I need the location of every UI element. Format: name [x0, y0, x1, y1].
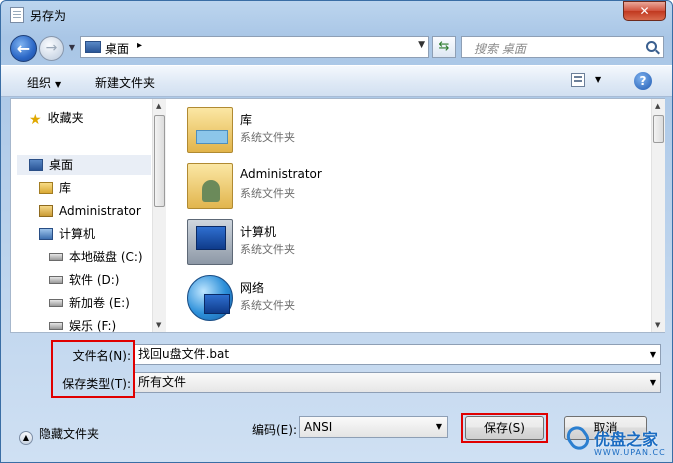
paperclip-logo-icon: [562, 422, 594, 454]
nav-item-label: 库: [59, 181, 72, 195]
user-folder-icon: [187, 163, 233, 209]
window-title: 另存为: [30, 9, 67, 23]
nav-item-drive-f[interactable]: 娱乐 (F:): [49, 316, 116, 336]
item-type: 系统文件夹: [240, 131, 295, 144]
item-name: 库: [240, 113, 253, 127]
watermark-url: WWW.UPAN.CC: [594, 448, 666, 457]
network-icon: [187, 275, 233, 321]
watermark-text: 优盘之家: [594, 430, 659, 449]
browser-area: ★ 收藏夹 桌面 库 Administrator 计算机 本地磁盘 (C:) 软件…: [10, 98, 665, 333]
nav-item-label: 软件 (D:): [69, 273, 120, 287]
annotation-highlight-box: [51, 340, 135, 398]
filename-value[interactable]: 找回u盘文件.bat: [138, 347, 229, 361]
library-icon: [39, 182, 53, 194]
chevron-down-icon[interactable]: ▼: [436, 417, 442, 437]
file-scrollbar[interactable]: ▲ ▼: [651, 99, 665, 332]
scroll-down-icon[interactable]: ▼: [655, 321, 660, 329]
chevron-down-icon[interactable]: ▼: [650, 373, 656, 392]
star-icon: ★: [29, 112, 42, 128]
back-button[interactable]: ←: [10, 35, 37, 62]
drive-icon: [49, 253, 63, 261]
search-input[interactable]: 搜索 桌面: [474, 40, 526, 57]
help-button[interactable]: ?: [634, 72, 652, 90]
scroll-up-icon[interactable]: ▲: [655, 102, 660, 110]
filetype-select[interactable]: 所有文件 ▼: [134, 372, 661, 393]
item-type: 系统文件夹: [240, 299, 295, 312]
user-folder-icon: [39, 205, 53, 217]
encoding-select[interactable]: ANSI ▼: [299, 416, 448, 438]
annotation-highlight-box: [461, 413, 548, 443]
breadcrumb-chevron-icon[interactable]: ▸: [137, 40, 142, 51]
computer-icon: [39, 228, 53, 240]
navigation-pane: ★ 收藏夹 桌面 库 Administrator 计算机 本地磁盘 (C:) 软件…: [11, 99, 166, 333]
organize-button[interactable]: 组织 ▼: [27, 74, 61, 91]
chevron-down-icon: ▼: [55, 80, 62, 89]
nav-scrollbar[interactable]: ▲ ▼: [152, 99, 166, 332]
item-name: 网络: [240, 281, 265, 295]
chevron-up-icon: ▲: [19, 431, 33, 445]
item-name: Administrator: [240, 167, 322, 181]
nav-item-drive-e[interactable]: 新加卷 (E:): [49, 293, 130, 313]
refresh-button[interactable]: ⇆: [432, 36, 456, 58]
filename-field[interactable]: 找回u盘文件.bat ▼: [134, 344, 661, 365]
nav-item-label: 娱乐 (F:): [69, 319, 117, 333]
encoding-value[interactable]: ANSI: [304, 420, 332, 434]
address-location[interactable]: 桌面: [105, 40, 129, 57]
item-name: 计算机: [240, 225, 277, 239]
chevron-down-icon[interactable]: ▼: [650, 345, 656, 364]
nav-item-desktop[interactable]: 桌面: [29, 155, 73, 175]
desktop-icon: [85, 41, 101, 53]
address-bar[interactable]: 桌面 ▸ ▼: [80, 36, 429, 58]
document-icon: [10, 7, 24, 23]
item-type: 系统文件夹: [240, 187, 295, 200]
encoding-label: 编码(E):: [252, 423, 297, 437]
organize-label: 组织: [27, 76, 52, 90]
nav-item-label: 计算机: [59, 227, 96, 241]
hide-folders-label: 隐藏文件夹: [39, 427, 100, 441]
nav-item-label: 本地磁盘 (C:): [69, 250, 143, 264]
save-as-dialog: 另存为 ✕ ← → ▼ 桌面 ▸ ▼ ⇆ 搜索 桌面 组织 ▼ 新建文件夹 ▼ ?…: [0, 0, 673, 463]
address-dropdown-icon[interactable]: ▼: [418, 40, 425, 50]
nav-item-computer[interactable]: 计算机: [39, 224, 95, 244]
computer-icon: [187, 219, 233, 265]
drive-icon: [49, 299, 63, 307]
hide-folders-toggle[interactable]: ▲ 隐藏文件夹: [19, 425, 99, 445]
filetype-value[interactable]: 所有文件: [138, 375, 186, 389]
scroll-thumb[interactable]: [154, 115, 165, 207]
drive-icon: [49, 276, 63, 284]
nav-item-label: 收藏夹: [47, 111, 84, 125]
search-box[interactable]: 搜索 桌面: [461, 36, 664, 58]
site-watermark: 优盘之家 WWW.UPAN.CC: [562, 422, 672, 462]
nav-item-favorites[interactable]: ★ 收藏夹: [29, 108, 84, 128]
drive-icon: [49, 322, 63, 330]
close-button[interactable]: ✕: [623, 1, 666, 21]
nav-item-label: 新加卷 (E:): [69, 296, 130, 310]
scroll-up-icon[interactable]: ▲: [156, 102, 161, 110]
nav-item-drive-d[interactable]: 软件 (D:): [49, 270, 119, 290]
file-list: 库 系统文件夹 Administrator 系统文件夹 计算机 系统文件夹 网络…: [167, 99, 651, 332]
recent-pages-dropdown[interactable]: ▼: [67, 43, 77, 53]
views-icon[interactable]: [571, 73, 585, 87]
search-icon[interactable]: [646, 41, 657, 52]
desktop-icon: [29, 159, 43, 171]
title-bar[interactable]: 另存为 ✕: [1, 1, 672, 31]
nav-item-label: 桌面: [49, 158, 74, 172]
views-dropdown-icon[interactable]: ▼: [595, 75, 601, 84]
scroll-thumb[interactable]: [653, 115, 664, 143]
library-icon: [187, 107, 233, 153]
nav-item-administrator[interactable]: Administrator: [39, 201, 141, 221]
scroll-down-icon[interactable]: ▼: [156, 321, 161, 329]
item-type: 系统文件夹: [240, 243, 295, 256]
nav-item-drive-c[interactable]: 本地磁盘 (C:): [49, 247, 143, 267]
new-folder-button[interactable]: 新建文件夹: [95, 74, 155, 91]
nav-item-libraries[interactable]: 库: [39, 178, 71, 198]
nav-item-label: Administrator: [59, 204, 141, 218]
command-bar: 组织 ▼ 新建文件夹 ▼ ?: [1, 65, 672, 97]
forward-button[interactable]: →: [39, 36, 64, 61]
